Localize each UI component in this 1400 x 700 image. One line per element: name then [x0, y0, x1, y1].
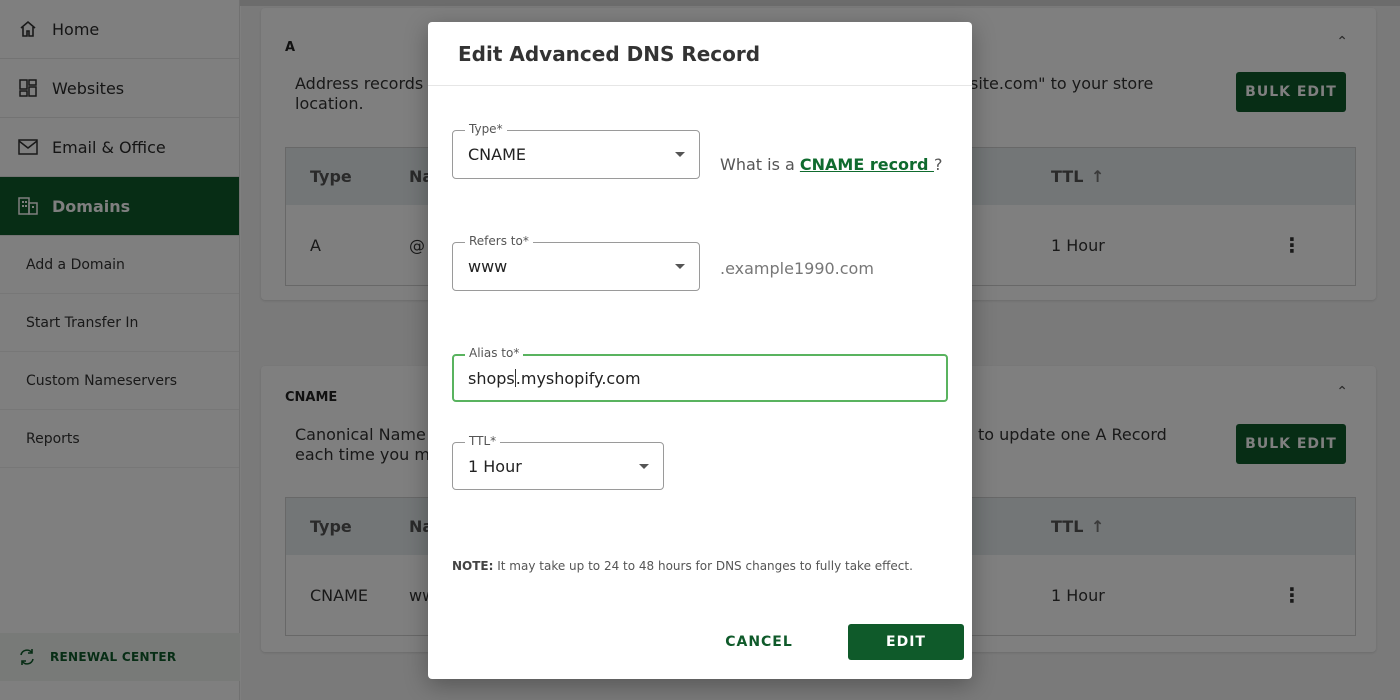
- dns-propagation-note: NOTE: It may take up to 24 to 48 hours f…: [452, 559, 913, 573]
- cancel-button[interactable]: CANCEL: [718, 626, 800, 658]
- dialog-divider: [428, 85, 972, 86]
- chevron-down-icon: [639, 464, 649, 469]
- edit-button[interactable]: EDIT: [848, 624, 964, 660]
- domain-suffix: .example1990.com: [720, 259, 874, 278]
- refers-to-label: Refers to*: [465, 234, 533, 248]
- type-select-value: CNAME: [468, 145, 526, 164]
- ttl-select[interactable]: TTL* 1 Hour: [452, 434, 664, 490]
- ttl-label: TTL*: [465, 434, 501, 448]
- chevron-down-icon: [675, 264, 685, 269]
- cname-help-text: What is a CNAME record ?: [720, 155, 943, 174]
- refers-to-select[interactable]: Refers to* www: [452, 234, 700, 291]
- alias-to-value: shops.myshopify.com: [468, 369, 641, 388]
- alias-to-input[interactable]: Alias to* shops.myshopify.com: [452, 346, 948, 402]
- dialog-title: Edit Advanced DNS Record: [458, 42, 761, 66]
- ttl-value: 1 Hour: [468, 457, 522, 476]
- cname-record-link[interactable]: CNAME record: [800, 155, 934, 174]
- type-select[interactable]: Type* CNAME: [452, 122, 700, 179]
- refers-to-value: www: [468, 257, 508, 276]
- alias-to-label: Alias to*: [465, 346, 524, 360]
- chevron-down-icon: [675, 152, 685, 157]
- edit-dns-record-dialog: Edit Advanced DNS Record Type* CNAME Wha…: [428, 22, 972, 679]
- type-select-label: Type*: [465, 122, 507, 136]
